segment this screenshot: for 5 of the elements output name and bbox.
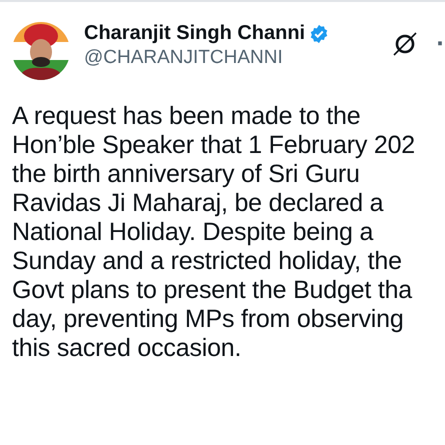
tweet-text: A request has been made to the Hon’ble Speaker that 1 February 202 the birth anniversary of Sri Guru Ravidas Ji Maharaj, be declared a National Holiday. Despite being a Sunday and a restricted holiday, the Govt plans to present the Budget tha day, preventing MPs from observing this sacred occasion.	[12, 102, 416, 363]
author-name[interactable]: Charanjit Singh Channi	[84, 22, 306, 45]
more-menu[interactable]: ·	[436, 28, 445, 59]
author-handle[interactable]: @CHARANJITCHANNI	[84, 47, 378, 69]
slashed-circle-icon[interactable]	[392, 30, 418, 56]
